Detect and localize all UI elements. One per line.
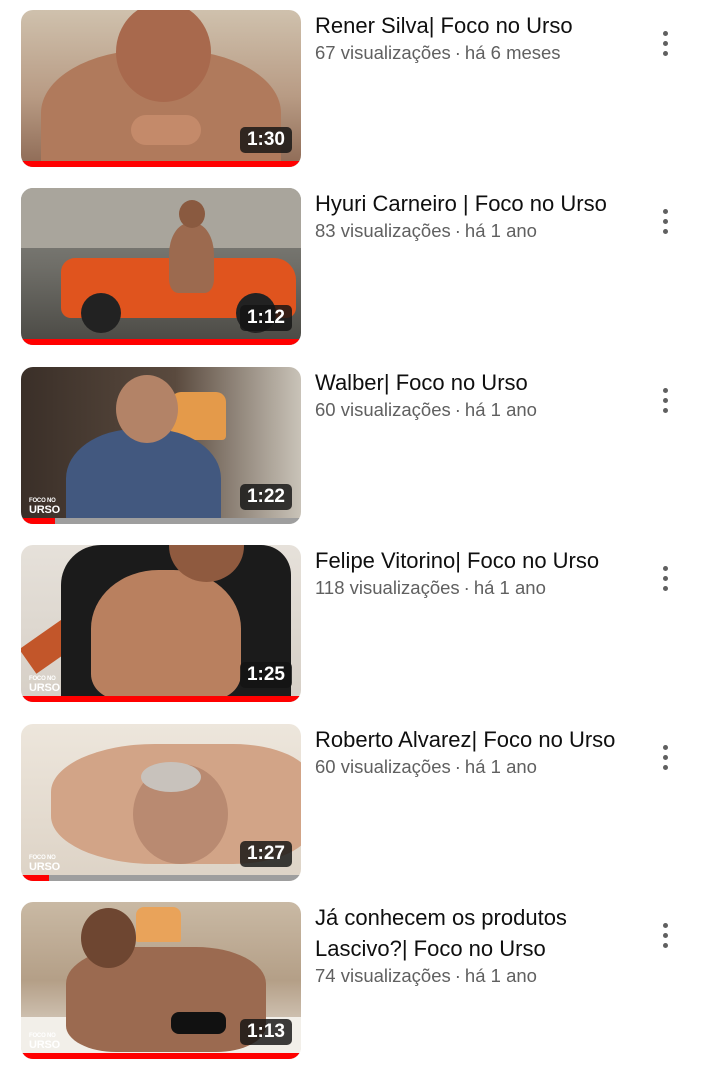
video-meta[interactable]: Já conhecem os produtos Lascivo?| Foco n… — [315, 902, 620, 988]
upload-age: há 1 ano — [464, 220, 537, 241]
video-stats: 60 visualizações · há 1 ano — [315, 755, 620, 779]
video-list-item[interactable]: FOCO NO URSO 1:25 Felipe Vitorino| Foco … — [0, 535, 720, 702]
more-vertical-icon[interactable] — [645, 18, 685, 68]
view-count: 67 visualizações — [315, 42, 451, 63]
watch-progress-fill — [21, 518, 55, 524]
video-thumbnail[interactable]: 1:30 — [21, 10, 301, 167]
upload-age: há 1 ano — [464, 756, 537, 777]
watch-progress-bar — [21, 1053, 301, 1059]
duration-badge: 1:13 — [239, 1019, 292, 1045]
separator: · — [454, 756, 461, 777]
video-meta[interactable]: Roberto Alvarez| Foco no Urso 60 visuali… — [315, 724, 620, 779]
separator: · — [454, 965, 461, 986]
video-stats: 67 visualizações · há 6 meses — [315, 41, 620, 65]
video-title[interactable]: Hyuri Carneiro | Foco no Urso — [315, 188, 620, 219]
video-thumbnail[interactable]: 1:12 — [21, 188, 301, 345]
view-count: 60 visualizações — [315, 399, 451, 420]
more-vertical-icon[interactable] — [645, 553, 685, 603]
more-vertical-icon[interactable] — [645, 375, 685, 425]
watermark-big-text: URSO — [29, 860, 60, 873]
video-thumbnail[interactable]: FOCO NO URSO 1:27 — [21, 724, 301, 881]
video-meta[interactable]: Rener Silva| Foco no Urso 67 visualizaçõ… — [315, 10, 620, 65]
video-list-item[interactable]: 1:30 Rener Silva| Foco no Urso 67 visual… — [0, 0, 720, 167]
watch-progress-fill — [21, 161, 301, 167]
video-list-item[interactable]: FOCO NO URSO 1:13 Já conhecem os produto… — [0, 892, 720, 1059]
watch-progress-fill — [21, 339, 301, 345]
video-stats: 83 visualizações · há 1 ano — [315, 219, 620, 243]
video-thumbnail[interactable]: FOCO NO URSO 1:22 — [21, 367, 301, 524]
watch-progress-fill — [21, 875, 49, 881]
watch-progress-bar — [21, 696, 301, 702]
channel-watermark: FOCO NO URSO — [29, 1033, 60, 1051]
duration-badge: 1:27 — [239, 841, 292, 867]
watermark-big-text: URSO — [29, 503, 60, 516]
video-thumbnail[interactable]: FOCO NO URSO 1:13 — [21, 902, 301, 1059]
watch-progress-bar — [21, 161, 301, 167]
video-meta[interactable]: Hyuri Carneiro | Foco no Urso 83 visuali… — [315, 188, 620, 243]
video-stats: 74 visualizações · há 1 ano — [315, 964, 620, 988]
video-list-item[interactable]: FOCO NO URSO 1:27 Roberto Alvarez| Foco … — [0, 714, 720, 881]
channel-watermark: FOCO NO URSO — [29, 676, 60, 694]
duration-badge: 1:30 — [239, 127, 292, 153]
duration-badge: 1:12 — [239, 305, 292, 331]
video-stats: 60 visualizações · há 1 ano — [315, 398, 620, 422]
video-title[interactable]: Rener Silva| Foco no Urso — [315, 10, 620, 41]
more-vertical-icon[interactable] — [645, 196, 685, 246]
video-title[interactable]: Já conhecem os produtos Lascivo?| Foco n… — [315, 902, 620, 964]
separator: · — [454, 42, 461, 63]
upload-age: há 6 meses — [464, 42, 561, 63]
watch-progress-bar — [21, 875, 301, 881]
watermark-big-text: URSO — [29, 681, 60, 694]
view-count: 83 visualizações — [315, 220, 451, 241]
duration-badge: 1:25 — [239, 662, 292, 688]
video-title[interactable]: Roberto Alvarez| Foco no Urso — [315, 724, 620, 755]
video-list-item[interactable]: 1:12 Hyuri Carneiro | Foco no Urso 83 vi… — [0, 178, 720, 345]
video-list-item[interactable]: FOCO NO URSO 1:22 Walber| Foco no Urso 6… — [0, 357, 720, 524]
video-title[interactable]: Felipe Vitorino| Foco no Urso — [315, 545, 620, 576]
separator: · — [463, 577, 470, 598]
duration-badge: 1:22 — [239, 484, 292, 510]
video-title[interactable]: Walber| Foco no Urso — [315, 367, 620, 398]
watch-progress-bar — [21, 339, 301, 345]
view-count: 118 visualizações — [315, 577, 460, 598]
video-meta[interactable]: Felipe Vitorino| Foco no Urso 118 visual… — [315, 545, 620, 600]
more-vertical-icon[interactable] — [645, 910, 685, 960]
view-count: 60 visualizações — [315, 756, 451, 777]
watch-progress-bar — [21, 518, 301, 524]
upload-age: há 1 ano — [473, 577, 546, 598]
watch-progress-fill — [21, 1053, 301, 1059]
channel-watermark: FOCO NO URSO — [29, 498, 60, 516]
watch-progress-fill — [21, 696, 301, 702]
video-meta[interactable]: Walber| Foco no Urso 60 visualizações · há… — [315, 367, 620, 422]
watermark-big-text: URSO — [29, 1038, 60, 1051]
channel-watermark: FOCO NO URSO — [29, 855, 60, 873]
separator: · — [454, 220, 461, 241]
video-stats: 118 visualizações · há 1 ano — [315, 576, 620, 600]
video-thumbnail[interactable]: FOCO NO URSO 1:25 — [21, 545, 301, 702]
more-vertical-icon[interactable] — [645, 732, 685, 782]
view-count: 74 visualizações — [315, 965, 451, 986]
separator: · — [454, 399, 461, 420]
upload-age: há 1 ano — [464, 399, 537, 420]
upload-age: há 1 ano — [464, 965, 537, 986]
